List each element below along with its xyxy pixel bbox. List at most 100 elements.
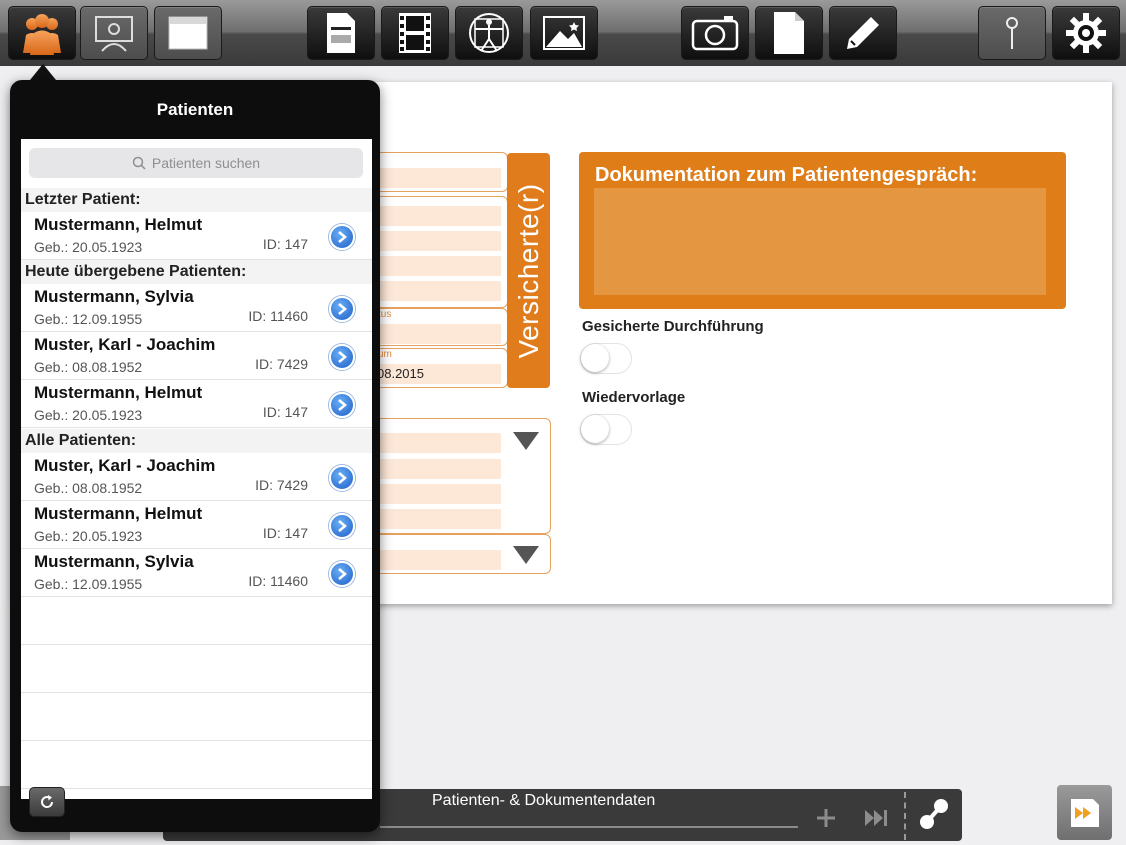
disclosure-icon[interactable] <box>329 465 355 491</box>
patients-popover: Patienten Patienten suchen Letzter Patie… <box>10 80 380 832</box>
bottom-title: Patienten- & Dokumentendaten <box>432 792 656 809</box>
patient-id: ID: 7429 <box>255 477 308 493</box>
refresh-button[interactable] <box>29 787 65 817</box>
patient-birthdate: Geb.: 20.05.1923 <box>34 528 143 544</box>
patient-id: ID: 147 <box>262 404 308 420</box>
address-input-4[interactable] <box>375 281 501 301</box>
document-button[interactable] <box>307 6 375 60</box>
image-button[interactable] <box>530 6 598 60</box>
toggle-knob <box>581 344 609 372</box>
link-nodes-icon <box>920 799 948 829</box>
dropdown-1-input-3[interactable] <box>375 484 501 504</box>
pin-button[interactable] <box>978 6 1046 60</box>
vitruvian-man-icon <box>469 13 509 53</box>
patient-birthdate: Geb.: 08.08.1952 <box>34 480 143 496</box>
settings-button[interactable] <box>1052 6 1120 60</box>
disclosure-icon[interactable] <box>329 513 355 539</box>
document-icon <box>327 13 355 53</box>
address-input-2[interactable] <box>375 231 501 251</box>
dropdown-2-input[interactable] <box>375 550 501 570</box>
patient-birthdate: Geb.: 08.08.1952 <box>34 359 143 375</box>
image-icon <box>543 16 585 50</box>
resubmission-label: Wiedervorlage <box>582 389 686 406</box>
disclosure-icon[interactable] <box>329 344 355 370</box>
patient-name: Mustermann, Helmut <box>34 504 203 523</box>
section-all-patients: Alle Patienten: <box>21 429 372 453</box>
section-last-patient: Letzter Patient: <box>21 188 372 212</box>
disclosure-icon[interactable] <box>329 296 355 322</box>
documentation-title: Dokumentation zum Patientengespräch: <box>595 164 978 186</box>
blank-page-icon <box>774 12 804 54</box>
popover-title: Patienten <box>156 100 234 119</box>
patients-button[interactable] <box>8 6 76 60</box>
patient-row[interactable]: Mustermann, Helmut Geb.: 20.05.1923 ID: … <box>21 380 372 428</box>
patient-row[interactable]: Muster, Karl - Joachim Geb.: 08.08.1952 … <box>21 332 372 380</box>
status-input[interactable] <box>375 324 501 344</box>
fast-forward-page-icon <box>1070 798 1099 827</box>
confirmed-label: Gesicherte Durchführung <box>582 318 764 335</box>
patient-birthdate: Geb.: 20.05.1923 <box>34 239 143 255</box>
skip-forward-button[interactable] <box>862 804 890 832</box>
documentation-box: Dokumentation zum Patientengespräch: <box>579 152 1066 309</box>
add-button[interactable] <box>812 804 840 832</box>
dropdown-2-arrow-icon[interactable] <box>513 546 539 564</box>
camera-icon <box>691 16 739 51</box>
skip-forward-icon <box>865 810 887 826</box>
patient-birthdate: Geb.: 12.09.1955 <box>34 311 143 327</box>
folder-button[interactable] <box>154 6 222 60</box>
patient-name: Muster, Karl - Joachim <box>34 456 216 475</box>
date-label: um <box>378 349 392 360</box>
gear-icon <box>1066 13 1106 53</box>
search-placeholder: Patienten suchen <box>151 155 261 171</box>
patient-row[interactable]: Mustermann, Helmut Geb.: 20.05.1923 ID: … <box>21 501 372 549</box>
refresh-icon <box>41 795 54 808</box>
name-input[interactable] <box>375 168 501 188</box>
pin-icon <box>1006 17 1018 49</box>
patient-name: Mustermann, Sylvia <box>34 287 194 306</box>
patient-search-input[interactable]: Patienten suchen <box>29 148 363 178</box>
patient-name: Muster, Karl - Joachim <box>34 335 216 354</box>
resubmission-toggle[interactable] <box>580 414 632 445</box>
film-button[interactable] <box>381 6 449 60</box>
popover-caret <box>30 64 56 80</box>
patients-icon <box>23 14 61 55</box>
insured-section-tab[interactable]: Versicherte(r) <box>507 153 550 388</box>
connect-button[interactable] <box>916 796 952 832</box>
patient-id: ID: 11460 <box>248 308 308 324</box>
empty-row <box>21 741 372 789</box>
edit-button[interactable] <box>829 6 897 60</box>
empty-row <box>21 693 372 741</box>
disclosure-icon[interactable] <box>329 561 355 587</box>
camera-button[interactable] <box>681 6 749 60</box>
new-page-button[interactable] <box>755 6 823 60</box>
patient-id: ID: 147 <box>262 525 308 541</box>
address-input-3[interactable] <box>375 256 501 276</box>
patient-name: Mustermann, Helmut <box>34 383 203 402</box>
dropdown-1-input-1[interactable] <box>375 433 501 453</box>
address-input-1[interactable] <box>375 206 501 226</box>
patient-birthdate: Geb.: 12.09.1955 <box>34 576 143 592</box>
patient-row[interactable]: Mustermann, Sylvia Geb.: 12.09.1955 ID: … <box>21 284 372 332</box>
toggle-knob <box>581 415 609 443</box>
patient-birthdate: Geb.: 20.05.1923 <box>34 407 143 423</box>
presentation-button[interactable] <box>80 6 148 60</box>
patient-id: ID: 11460 <box>248 573 308 589</box>
disclosure-icon[interactable] <box>329 224 355 250</box>
pencil-icon <box>847 17 879 49</box>
patient-row[interactable]: Mustermann, Sylvia Geb.: 12.09.1955 ID: … <box>21 549 372 597</box>
patient-row[interactable]: Mustermann, Helmut Geb.: 20.05.1923 ID: … <box>21 212 372 260</box>
search-icon <box>132 156 146 170</box>
patient-row[interactable]: Muster, Karl - Joachim Geb.: 08.08.1952 … <box>21 453 372 501</box>
dropdown-1-input-4[interactable] <box>375 509 501 529</box>
anatomy-button[interactable] <box>455 6 523 60</box>
date-input[interactable]: 08.2015 <box>375 364 501 384</box>
dropdown-1-input-2[interactable] <box>375 459 501 479</box>
empty-row <box>21 597 372 645</box>
top-toolbar <box>0 0 1126 66</box>
next-page-button[interactable] <box>1057 785 1112 840</box>
confirmed-toggle[interactable] <box>580 343 632 374</box>
patient-id: ID: 147 <box>262 236 308 252</box>
disclosure-icon[interactable] <box>329 392 355 418</box>
documentation-textarea[interactable] <box>594 188 1046 295</box>
dropdown-1-arrow-icon[interactable] <box>513 432 539 450</box>
